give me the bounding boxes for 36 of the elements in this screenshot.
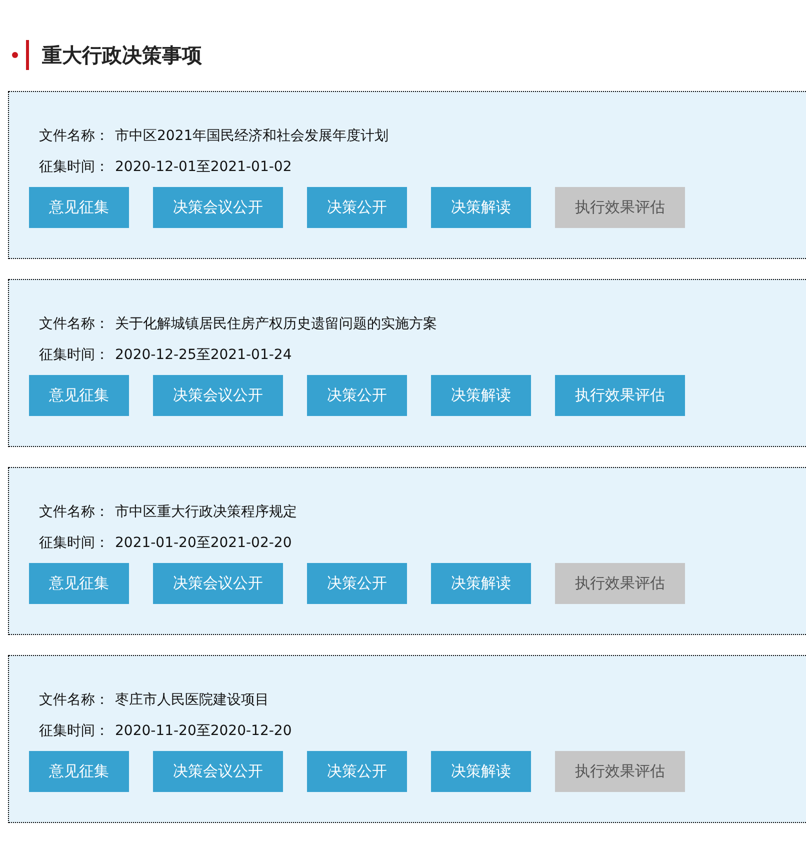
action-button[interactable]: 决策解读: [431, 563, 531, 604]
action-button[interactable]: 意见征集: [29, 563, 129, 604]
document-name: 关于化解城镇居民住房产权历史遗留问题的实施方案: [115, 314, 437, 332]
field-label: 文件名称：: [39, 314, 109, 332]
field-label: 征集时间：: [39, 534, 109, 552]
field-label: 征集时间：: [39, 722, 109, 740]
document-name: 市中区2021年国民经济和社会发展年度计划: [115, 126, 389, 144]
collection-period: 2020-12-25至2021-01-24: [115, 346, 292, 364]
field-label: 文件名称：: [39, 126, 109, 144]
collection-period: 2020-12-01至2021-01-02: [115, 158, 292, 176]
action-button[interactable]: 决策解读: [431, 751, 531, 792]
field-label: 文件名称：: [39, 502, 109, 520]
action-button[interactable]: 意见征集: [29, 751, 129, 792]
action-button[interactable]: 意见征集: [29, 375, 129, 416]
action-button[interactable]: 决策会议公开: [153, 563, 283, 604]
field-label: 征集时间：: [39, 158, 109, 176]
document-name: 枣庄市人民医院建设项目: [115, 690, 269, 708]
action-button[interactable]: 决策解读: [431, 187, 531, 228]
action-button[interactable]: 决策会议公开: [153, 375, 283, 416]
section-title: 重大行政决策事项: [42, 42, 202, 68]
action-button[interactable]: 决策公开: [307, 375, 407, 416]
bullet-icon: [12, 52, 18, 58]
collection-period: 2021-01-20至2021-02-20: [115, 534, 292, 552]
action-button[interactable]: 意见征集: [29, 187, 129, 228]
action-button[interactable]: 决策公开: [307, 751, 407, 792]
collection-period: 2020-11-20至2020-12-20: [115, 722, 292, 740]
action-button[interactable]: 决策公开: [307, 187, 407, 228]
field-label: 文件名称：: [39, 690, 109, 708]
action-button[interactable]: 决策会议公开: [153, 187, 283, 228]
field-label: 征集时间：: [39, 346, 109, 364]
action-button[interactable]: 决策公开: [307, 563, 407, 604]
accent-bar: [26, 40, 29, 70]
action-button[interactable]: 决策会议公开: [153, 751, 283, 792]
action-button[interactable]: 决策解读: [431, 375, 531, 416]
document-name: 市中区重大行政决策程序规定: [115, 502, 297, 520]
action-button[interactable]: 执行效果评估: [555, 375, 685, 416]
